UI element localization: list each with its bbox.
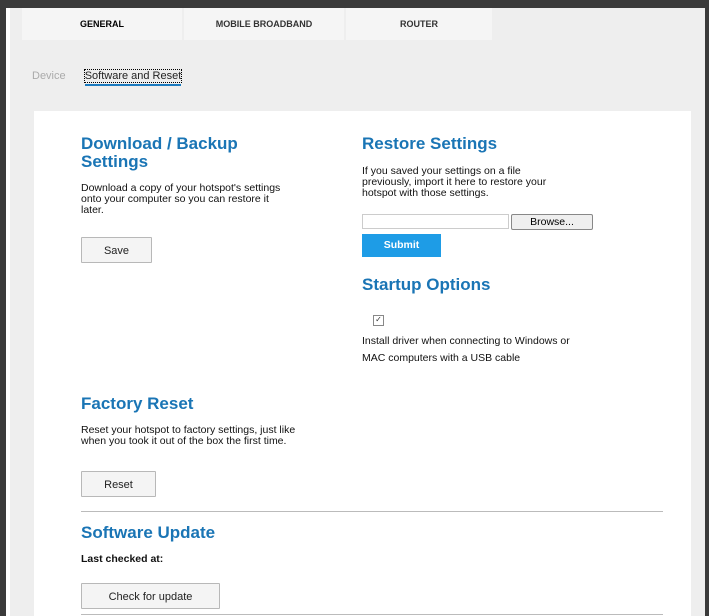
window-frame-right bbox=[705, 0, 709, 616]
breadcrumb-device[interactable]: Device bbox=[32, 70, 66, 82]
restore-settings-title: Restore Settings bbox=[362, 134, 498, 153]
reset-button[interactable]: Reset bbox=[81, 471, 156, 497]
restore-desc-line3: hotspot with those settings. bbox=[362, 187, 489, 199]
startup-options-title: Startup Options bbox=[362, 275, 491, 294]
breadcrumb-software-and-reset[interactable]: Software and Reset bbox=[83, 69, 183, 86]
install-driver-label-line2: MAC computers with a USB cable bbox=[362, 352, 521, 364]
last-checked-label: Last checked at: bbox=[81, 553, 164, 565]
breadcrumb: Device Software and Reset bbox=[32, 69, 183, 86]
software-update-title: Software Update bbox=[81, 523, 216, 542]
save-button[interactable]: Save bbox=[81, 237, 152, 263]
install-driver-checkbox[interactable]: ✓ bbox=[373, 315, 384, 326]
download-backup-title-line2: Settings bbox=[81, 152, 149, 171]
section-divider bbox=[81, 511, 663, 512]
bottom-divider bbox=[81, 614, 663, 615]
browse-button[interactable]: Browse... bbox=[511, 214, 593, 230]
download-desc-line2: onto your computer so you can restore it bbox=[81, 193, 269, 205]
tab-general[interactable]: GENERAL bbox=[22, 8, 182, 40]
window-frame-top bbox=[0, 0, 709, 8]
download-backup-description: Download a copy of your hotspot's settin… bbox=[81, 183, 341, 216]
install-driver-label-line1: Install driver when connecting to Window… bbox=[362, 335, 570, 347]
factory-reset-description: Reset your hotspot to factory settings, … bbox=[81, 425, 381, 447]
factory-reset-desc-line2: when you took it out of the box the firs… bbox=[81, 435, 287, 447]
download-backup-title-line1: Download / Backup bbox=[81, 134, 238, 153]
top-tabs: GENERAL MOBILE BROADBAND ROUTER bbox=[22, 8, 492, 40]
tab-mobile-broadband[interactable]: MOBILE BROADBAND bbox=[184, 8, 344, 40]
download-backup-title: Download / Backup Settings bbox=[81, 135, 238, 171]
window-frame-left bbox=[0, 0, 6, 616]
check-for-update-button[interactable]: Check for update bbox=[81, 583, 220, 609]
page-background: GENERAL MOBILE BROADBAND ROUTER Device S… bbox=[10, 8, 705, 616]
submit-button[interactable]: Submit bbox=[362, 234, 441, 257]
install-driver-label: Install driver when connecting to Window… bbox=[362, 333, 662, 367]
download-desc-line3: later. bbox=[81, 204, 104, 216]
tab-router[interactable]: ROUTER bbox=[346, 8, 492, 40]
settings-panel: Download / Backup Settings Download a co… bbox=[34, 111, 691, 616]
restore-settings-description: If you saved your settings on a file pre… bbox=[362, 166, 622, 199]
breadcrumb-software-label: Software and Reset bbox=[83, 69, 183, 83]
restore-file-input[interactable] bbox=[362, 214, 509, 229]
factory-reset-title: Factory Reset bbox=[81, 394, 194, 413]
